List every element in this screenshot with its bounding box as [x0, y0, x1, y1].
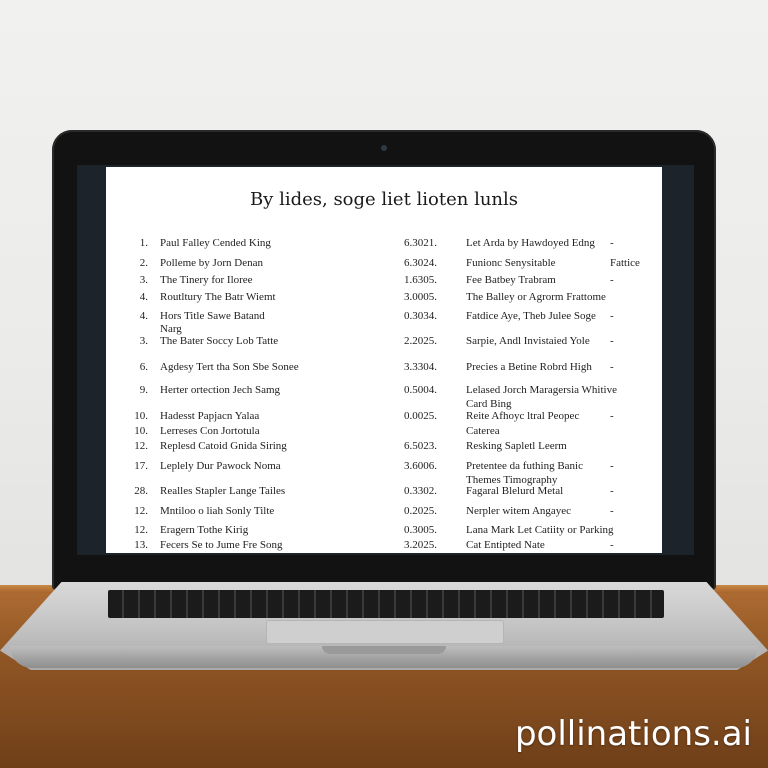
row-num: 4. — [139, 291, 148, 303]
row-mark: - — [610, 310, 614, 322]
row-num: 28. — [134, 485, 148, 497]
row-mark: - — [610, 505, 614, 517]
row-mark: - — [610, 485, 614, 497]
row-num: 12. — [134, 440, 148, 452]
list-item: 12. Mntiloo o liah Sonly Tilte 0.2025. Nerp… — [106, 505, 662, 523]
row-value: 3.2025. — [404, 539, 437, 551]
row-title: Replesd Catoid Gnida Siring — [160, 440, 287, 452]
list-item: 2. Polleme by Jorn Denan 6.3024. Funionc Se… — [106, 257, 662, 275]
row-value: 6.3024. — [404, 257, 437, 269]
row-value: 0.3034. — [404, 310, 437, 322]
row-mark: - — [610, 460, 614, 472]
watermark-text: pollinations.ai — [514, 714, 752, 754]
row-desc: Let Arda by Hawdoyed Edng — [466, 237, 595, 249]
row-title: Realles Stapler Lange Tailes — [160, 485, 286, 497]
row-desc: Card Bing — [466, 398, 512, 410]
row-desc: Caterea — [466, 425, 500, 437]
row-mark: - — [610, 274, 614, 286]
row-value: 0.5004. — [404, 384, 437, 396]
row-title: Hadesst Papjacn Yalaa — [160, 410, 260, 422]
row-desc: Fatdice Aye, Theb Julee Soge — [466, 310, 596, 322]
row-num: 6. — [139, 361, 148, 373]
row-mark: - — [610, 361, 614, 373]
row-value: 2.2025. — [404, 335, 437, 347]
row-num: 10. — [134, 410, 148, 422]
row-num: 13. — [134, 539, 148, 551]
row-title: Paul Falley Cended King — [160, 237, 271, 249]
row-value: 0.0025. — [404, 410, 437, 422]
row-desc: Funionc Senysitable — [466, 257, 556, 269]
row-desc: Cat Entipted Nate — [466, 539, 545, 551]
row-title: Herter ortection Jech Samg — [160, 384, 281, 396]
list-item: 13. Fecers Se to Jume Fre Song 3.2025. Cat … — [106, 539, 662, 553]
row-desc: Resking Sapletl Leerm — [466, 440, 567, 452]
row-num: 10. — [134, 425, 148, 437]
row-num: 17. — [134, 460, 148, 472]
row-num: 12. — [134, 524, 148, 536]
list-item: 3. The Tinery for Iloree 1.6305. Fee Batbey… — [106, 274, 662, 292]
list-item: 4. Routltury The Batr Wiemt 3.0005. The Bal… — [106, 291, 662, 309]
row-title: The Tinery for Iloree — [160, 274, 253, 286]
row-title: Mntiloo o liah Sonly Tilte — [160, 505, 275, 517]
row-title: Lerreses Con Jortotula — [160, 425, 260, 437]
row-desc: Lelased Jorch Maragersia Whitive — [466, 384, 617, 396]
lid-notch — [322, 646, 446, 654]
list-item: 28. Realles Stapler Lange Tailes 0.3302. Fa… — [106, 485, 662, 503]
row-mark: - — [610, 410, 614, 422]
row-desc: Reite Afhoyc ltral Peopec — [466, 410, 580, 422]
row-title: Narg — [160, 323, 182, 335]
list-item: 1. Paul Falley Cended King 6.3021. Let Arda… — [106, 237, 662, 255]
keyboard — [108, 590, 664, 618]
row-desc: Fee Batbey Trabram — [466, 274, 556, 286]
row-title: Agdesy Tert tha Son Sbe Sonee — [160, 361, 299, 373]
row-mark: Fattice — [610, 257, 640, 269]
list-item: 3. The Bater Soccy Lob Tatte 2.2025. Sarpie… — [106, 335, 662, 353]
row-title: Fecers Se to Jume Fre Song — [160, 539, 283, 551]
row-desc: Sarpie, Andl Invistaied Yole — [466, 335, 590, 347]
row-value: 0.2025. — [404, 505, 437, 517]
row-desc: The Balley or Agrorm Frattome — [466, 291, 606, 303]
list-item: 12. Replesd Catoid Gnida Siring 6.5023. Res… — [106, 440, 662, 458]
row-desc: Fagaral Blelurd Metal — [466, 485, 564, 497]
row-desc: Lana Mark Let Catiity or Parking — [466, 524, 614, 536]
row-num: 3. — [139, 274, 148, 286]
row-num: 2. — [139, 257, 148, 269]
row-value: 0.3302. — [404, 485, 437, 497]
row-title: Leplely Dur Pawock Noma — [160, 460, 281, 472]
row-value: 3.0005. — [404, 291, 437, 303]
row-desc: Nerpler witem Angayec — [466, 505, 572, 517]
laptop-screen: By lides, soge liet lioten lunls 1. Paul … — [106, 167, 662, 553]
row-mark: - — [610, 335, 614, 347]
row-num: 12. — [134, 505, 148, 517]
trackpad — [266, 620, 504, 644]
row-title: Eragern Tothe Kirig — [160, 524, 249, 536]
row-value: 0.3005. — [404, 524, 437, 536]
row-value: 3.3304. — [404, 361, 437, 373]
document-title: By lides, soge liet lioten lunls — [249, 189, 519, 210]
row-num: 9. — [139, 384, 148, 396]
row-desc: Pretentee da futhing Banic — [466, 460, 583, 472]
row-value: 6.5023. — [404, 440, 437, 452]
webcam-icon — [381, 145, 387, 151]
row-num: 4. — [139, 310, 148, 322]
list-item: 6. Agdesy Tert tha Son Sbe Sonee 3.3304. Pr… — [106, 361, 662, 379]
row-value: 3.6006. — [404, 460, 437, 472]
row-title: The Bater Soccy Lob Tatte — [160, 335, 279, 347]
row-title: Hors Title Sawe Batand — [160, 310, 265, 322]
row-value: 6.3021. — [404, 237, 437, 249]
row-title: Polleme by Jorn Denan — [160, 257, 263, 269]
row-title: Routltury The Batr Wiemt — [160, 291, 276, 303]
row-value: 1.6305. — [404, 274, 437, 286]
row-num: 1. — [139, 237, 148, 249]
row-mark: - — [610, 237, 614, 249]
row-num: 3. — [139, 335, 148, 347]
row-mark: - — [610, 539, 614, 551]
row-desc: Precies a Betine Robrd High — [466, 361, 592, 373]
